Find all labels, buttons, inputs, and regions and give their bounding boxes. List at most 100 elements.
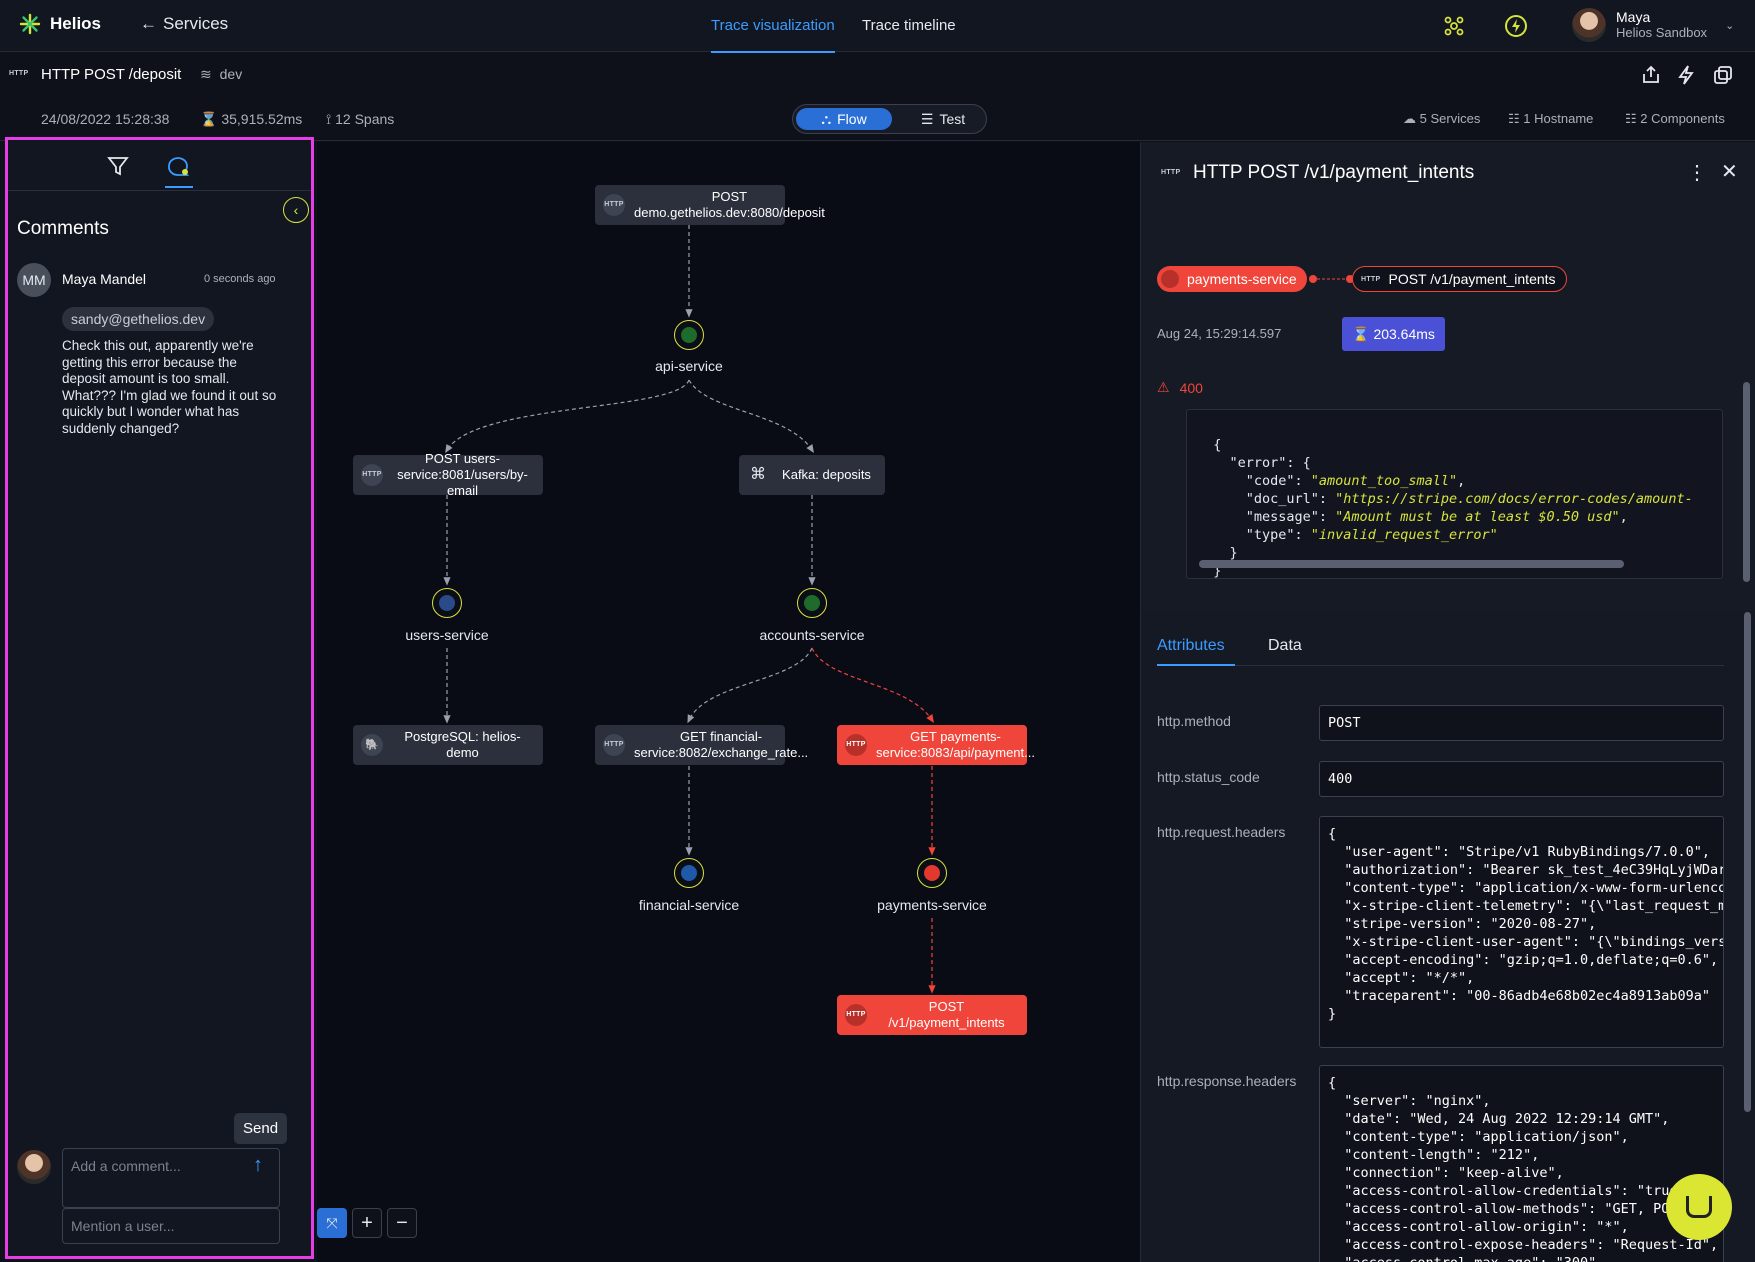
span-node-stripe-request[interactable]: HTTP POST /v1/payment_intents xyxy=(837,995,1027,1035)
span-node-financial-request[interactable]: HTTP GET financial-service:8082/exchange… xyxy=(595,725,808,765)
service-label-accounts: accounts-service xyxy=(759,627,865,643)
zoom-out-button[interactable]: − xyxy=(387,1208,417,1238)
user-name: Maya xyxy=(1616,9,1651,25)
attribute-value[interactable]: POST xyxy=(1319,705,1724,741)
trace-title: HTTP POST /deposit xyxy=(41,66,182,83)
support-chat-button[interactable] xyxy=(1666,1174,1732,1240)
tab-data[interactable]: Data xyxy=(1268,637,1302,655)
service-label-payments: payments-service xyxy=(877,897,987,913)
helios-logo-icon xyxy=(19,13,41,35)
chevron-down-icon: ⌄ xyxy=(1725,19,1735,32)
tab-trace-visualization[interactable]: Trace visualization xyxy=(711,17,835,53)
go-icon xyxy=(681,865,697,881)
kafka-icon: ⌘ xyxy=(750,466,766,483)
environment-label: dev xyxy=(219,66,243,82)
copy-icon[interactable] xyxy=(1712,64,1734,89)
share-icon[interactable] xyxy=(1640,64,1662,89)
trace-meta-bar: 24/08/2022 15:28:38 ⌛ 35,915.52ms ⟟ 12 S… xyxy=(0,97,1755,141)
vertical-scrollbar[interactable] xyxy=(1743,382,1750,582)
close-icon[interactable]: ✕ xyxy=(1721,159,1738,184)
send-arrow-icon[interactable]: ↑ xyxy=(253,1154,263,1177)
service-label-financial: financial-service xyxy=(638,897,740,913)
services-count-value: 5 Services xyxy=(1419,111,1481,126)
components-count[interactable]: ☷ 2 Components xyxy=(1625,111,1725,127)
http-icon: HTTP xyxy=(845,1004,867,1026)
vertical-scrollbar[interactable] xyxy=(1744,612,1751,1112)
tab-trace-timeline[interactable]: Trace timeline xyxy=(862,17,956,34)
span-count-value: 12 Spans xyxy=(335,111,395,127)
service-node-users[interactable] xyxy=(432,588,462,618)
active-tab-indicator xyxy=(1157,664,1235,666)
span-node-label: GET financial-service:8082/exchange_rate… xyxy=(634,729,809,760)
minus-icon: − xyxy=(396,1211,408,1234)
mention-chip[interactable]: sandy@gethelios.dev xyxy=(62,307,215,331)
span-summary: HTTP HTTP POST /v1/payment_intents ⋮ ✕ p… xyxy=(1141,142,1755,612)
comments-tab-icon[interactable] xyxy=(166,154,190,181)
more-options-icon[interactable]: ⋮ xyxy=(1687,160,1707,185)
endpoint-pill[interactable]: HTTP POST /v1/payment_intents xyxy=(1352,266,1567,292)
environment-tag: ≋ dev xyxy=(200,66,242,83)
span-node-label: POST /v1/payment_intents xyxy=(888,999,1005,1030)
tab-attributes[interactable]: Attributes xyxy=(1157,637,1225,655)
services-count[interactable]: ☁ 5 Services xyxy=(1403,111,1480,127)
top-navigation: Helios ← Services Trace visualization Tr… xyxy=(0,0,1755,53)
collapse-panel-button[interactable]: ‹ xyxy=(283,197,309,223)
integrations-icon[interactable] xyxy=(1443,15,1465,40)
filter-icon[interactable] xyxy=(107,155,129,180)
error-type: "invalid_request_error" xyxy=(1310,527,1498,543)
span-node-payments-request[interactable]: HTTP GET payments-service:8083/api/payme… xyxy=(837,725,1035,765)
error-doc-url: "https://stripe.com/docs/error-codes/amo… xyxy=(1335,491,1693,507)
trace-header: HTTP HTTP POST /deposit ≋ dev xyxy=(0,53,1755,97)
attribute-key: http.response.headers xyxy=(1157,1073,1297,1089)
span-timestamp: Aug 24, 15:29:14.597 xyxy=(1157,326,1282,341)
warning-icon: ⚠ xyxy=(1157,379,1170,395)
chat-icon xyxy=(1686,1196,1712,1218)
attribute-value[interactable]: 400 xyxy=(1319,761,1724,797)
comment-author-avatar: MM xyxy=(17,263,51,297)
bolt-icon[interactable] xyxy=(1676,64,1696,89)
span-node-label: Kafka: deposits xyxy=(782,467,871,482)
span-node-label: POST users-service:8081/users/by-email xyxy=(397,451,528,498)
duration-value: 35,915.52ms xyxy=(221,111,303,127)
service-pill[interactable]: payments-service xyxy=(1157,266,1307,292)
error-response-body[interactable]: { "error": { "code": "amount_too_small",… xyxy=(1186,409,1723,579)
span-node-users-request[interactable]: HTTP POST users-service:8081/users/by-em… xyxy=(353,451,543,498)
flow-canvas[interactable]: HTTP POST demo.gethelios.dev:8080/deposi… xyxy=(317,142,1140,1262)
service-node-payments[interactable] xyxy=(917,858,947,888)
hostnames-count[interactable]: ☷ 1 Hostname xyxy=(1508,111,1593,127)
comment-placeholder: Add a comment... xyxy=(71,1158,181,1174)
lightning-icon[interactable] xyxy=(1504,14,1528,41)
user-menu[interactable]: Maya Helios Sandbox ⌄ xyxy=(1572,8,1734,42)
span-duration-badge: ⌛ 203.64ms xyxy=(1342,317,1445,351)
span-node-kafka[interactable]: ⌘ Kafka: deposits xyxy=(739,455,885,495)
zoom-in-button[interactable]: + xyxy=(352,1208,382,1238)
back-to-services-link[interactable]: ← Services xyxy=(140,14,228,34)
plus-icon: + xyxy=(361,1211,373,1234)
service-node-financial[interactable] xyxy=(674,858,704,888)
attribute-value[interactable]: { "server": "nginx", "date": "Wed, 24 Au… xyxy=(1319,1065,1724,1262)
flow-edges xyxy=(443,225,936,994)
span-title: HTTP POST /v1/payment_intents xyxy=(1193,162,1475,183)
mention-user-input[interactable]: Mention a user... xyxy=(62,1208,280,1244)
status-code: 400 xyxy=(1179,379,1203,396)
comments-panel: ‹ Comments MM Maya Mandel 0 seconds ago … xyxy=(5,137,314,1259)
span-node-postgres[interactable]: 🐘 PostgreSQL: helios-demo xyxy=(353,725,543,765)
horizontal-scrollbar[interactable] xyxy=(1199,560,1624,568)
helios-logo[interactable]: Helios xyxy=(18,12,101,36)
test-view-button[interactable]: ☰ Test xyxy=(903,108,983,130)
hourglass-icon: ⌛ xyxy=(200,111,218,127)
panel-divider xyxy=(8,190,311,191)
span-node-root[interactable]: HTTP POST demo.gethelios.dev:8080/deposi… xyxy=(595,185,825,225)
service-node-api[interactable] xyxy=(674,320,704,350)
comment-input[interactable]: Add a comment... ↑ xyxy=(62,1148,280,1208)
error-code: "amount_too_small" xyxy=(1310,473,1458,489)
http-icon: HTTP xyxy=(845,734,867,756)
attribute-value[interactable]: { "user-agent": "Stripe/v1 RubyBindings/… xyxy=(1319,816,1724,1048)
span-duration-value: 203.64ms xyxy=(1373,326,1435,342)
service-node-accounts[interactable] xyxy=(797,588,827,618)
http-protocol-badge: HTTP xyxy=(1361,275,1381,283)
flow-view-button[interactable]: ⛬ Flow xyxy=(796,108,892,130)
flow-label: Flow xyxy=(837,111,867,127)
fit-view-button[interactable]: ⤧ xyxy=(317,1208,347,1238)
test-label: Test xyxy=(939,111,966,127)
